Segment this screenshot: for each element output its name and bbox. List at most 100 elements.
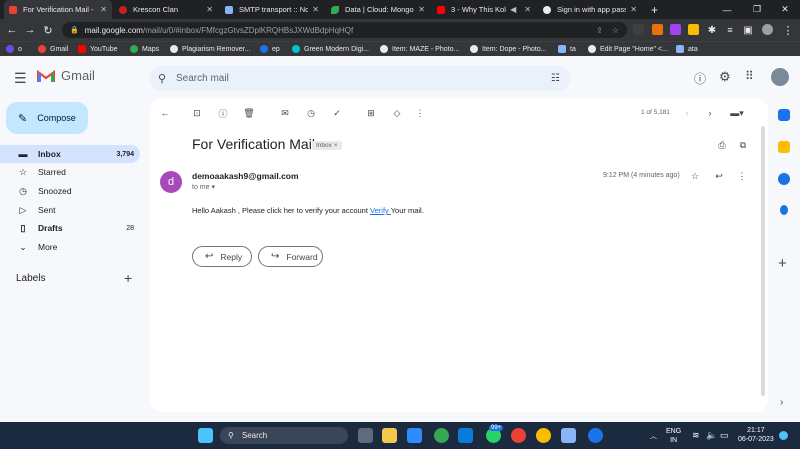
address-bar[interactable]: 🔒 mail.google.com/mail/u/0/#inbox/FMfcgz… (62, 22, 627, 38)
sender-email[interactable]: demoaakash9@gmail.com (192, 171, 299, 181)
report-spam-icon[interactable]: ⓘ (216, 106, 230, 120)
battery-icon[interactable]: ▭ (720, 430, 729, 441)
back-to-inbox-icon[interactable]: ← (158, 106, 172, 120)
profile-avatar[interactable] (762, 24, 773, 35)
snooze-icon[interactable]: ◷ (304, 106, 318, 120)
back-icon[interactable]: ← (4, 19, 20, 41)
tray-chevron-up-icon[interactable]: ︿ (650, 431, 657, 441)
account-avatar[interactable] (771, 68, 789, 86)
tab-for-verification-mail[interactable]: For Verification Mail - ✕ (4, 0, 112, 19)
sidebar-item-more[interactable]: ⌄ More (0, 238, 140, 256)
newer-chevron-icon[interactable]: ‹ (680, 106, 694, 120)
tab-krescon-clan[interactable]: Krescon Clan ✕ (114, 0, 218, 19)
tab-mongodb[interactable]: Data | Cloud: MongoD ✕ (326, 0, 430, 19)
tab-sign-in-app-password[interactable]: Sign in with app pass ✕ (538, 0, 642, 19)
input-tools-icon[interactable]: ▬▾ (726, 106, 748, 120)
add-label-icon[interactable]: + (124, 270, 132, 286)
bookmark-item[interactable]: Green Modern Digi... (292, 42, 369, 56)
keep-icon[interactable] (778, 141, 790, 153)
extension-icon[interactable] (652, 24, 663, 35)
compose-button[interactable]: ✎ Compose (6, 102, 88, 134)
search-bar[interactable]: ⚲ Search mail ☷ (150, 66, 570, 91)
extension-icon[interactable] (633, 24, 644, 35)
file-explorer-icon[interactable] (382, 428, 397, 443)
browser-icon[interactable] (588, 428, 603, 443)
restore-icon[interactable]: ❐ (742, 0, 772, 19)
forward-button[interactable]: ↪ Forward (258, 246, 323, 267)
notepad-icon[interactable] (561, 428, 576, 443)
windows-start-icon[interactable] (198, 428, 213, 443)
audio-playing-icon[interactable]: ◀ (510, 5, 516, 14)
taskbar-search[interactable]: ⚲ Search (220, 427, 348, 444)
bookmark-item[interactable]: Gmail (38, 42, 68, 56)
search-options-icon[interactable]: ☷ (551, 73, 560, 84)
settings-gear-icon[interactable]: ⚙ (719, 69, 731, 85)
older-chevron-icon[interactable]: › (703, 106, 717, 120)
reload-icon[interactable]: ↻ (40, 19, 56, 41)
extension-icon[interactable] (670, 24, 681, 35)
vscode-icon[interactable] (458, 428, 473, 443)
bookmark-star-icon[interactable]: ☆ (612, 26, 619, 35)
calendar-icon[interactable] (778, 109, 790, 121)
chrome-profile-icon[interactable] (511, 428, 526, 443)
recipient-details[interactable]: to me ▾ (192, 183, 215, 191)
verify-link[interactable]: Verify (370, 206, 391, 215)
language-indicator[interactable]: ENG IN (666, 427, 681, 445)
close-tab-icon[interactable]: ✕ (100, 5, 107, 14)
store-icon[interactable] (407, 428, 422, 443)
archive-icon[interactable]: ⊡ (190, 106, 204, 120)
bookmark-item[interactable]: ta (558, 42, 576, 56)
bookmark-item[interactable]: ata (676, 42, 698, 56)
more-options-icon[interactable]: ⋮ (413, 106, 427, 120)
media-control-icon[interactable]: ≡ (722, 19, 738, 41)
puzzle-extensions-icon[interactable]: ✱ (704, 19, 720, 41)
close-window-icon[interactable]: ✕ (770, 0, 800, 19)
clock[interactable]: 21:17 06-07-2023 (738, 426, 774, 444)
extension-icon[interactable] (688, 24, 699, 35)
browser-menu-icon[interactable]: ⋮ (780, 19, 796, 41)
sidebar-item-inbox[interactable]: ▬ Inbox 3,794 (0, 145, 140, 163)
forward-icon[interactable]: → (22, 19, 38, 41)
bookmark-item[interactable]: YouTube (78, 42, 118, 56)
wifi-icon[interactable]: ≋ (692, 430, 700, 441)
reply-icon[interactable]: ↩ (712, 169, 726, 183)
mark-unread-icon[interactable]: ✉ (278, 106, 292, 120)
volume-icon[interactable]: 🔈 (706, 430, 717, 441)
task-view-icon[interactable] (358, 428, 373, 443)
open-in-new-window-icon[interactable]: ⧉ (736, 138, 750, 152)
apps-grid-icon[interactable]: ⠿ (745, 69, 754, 83)
bookmark-item[interactable]: Item: Dope - Photo... (470, 42, 547, 56)
bookmark-item[interactable]: ep (260, 42, 280, 56)
help-icon[interactable]: ⓘ (694, 70, 706, 87)
tasks-icon[interactable] (778, 173, 790, 185)
message-more-icon[interactable]: ⋮ (735, 169, 749, 183)
bookmark-item[interactable]: Plagiarism Remover... (170, 42, 250, 56)
scrollbar[interactable] (761, 126, 765, 396)
sidebar-item-sent[interactable]: ▷ Sent (0, 201, 140, 219)
main-menu-icon[interactable]: ☰ (14, 70, 27, 87)
tab-smtp-transport[interactable]: SMTP transport :: Nod ✕ (220, 0, 324, 19)
label-icon[interactable]: ◇ (390, 106, 404, 120)
expand-panel-icon[interactable]: › (780, 397, 783, 408)
close-tab-icon[interactable]: ✕ (524, 5, 531, 14)
share-icon[interactable]: ⇪ (596, 26, 603, 35)
bookmark-item[interactable]: Edit Page "Home" <... (588, 42, 668, 56)
new-tab-button[interactable]: + (646, 0, 664, 19)
sidebar-item-starred[interactable]: ☆ Starred (0, 163, 140, 181)
search-input[interactable]: Search mail (176, 73, 229, 84)
minimize-icon[interactable]: — (712, 0, 742, 19)
gmail-logo[interactable]: Gmail (37, 68, 95, 83)
sender-avatar[interactable]: d (160, 171, 182, 193)
bookmark-item[interactable]: Maps (130, 42, 159, 56)
contacts-icon[interactable] (780, 205, 788, 215)
reply-button[interactable]: ↩ Reply (192, 246, 252, 267)
bookmark-item[interactable]: Item: MAZE - Photo... (380, 42, 459, 56)
tab-youtube-video[interactable]: 3 - Why This Kola ◀ ✕ (432, 0, 536, 19)
star-message-icon[interactable]: ☆ (688, 169, 702, 183)
close-tab-icon[interactable]: ✕ (630, 5, 637, 14)
side-panel-icon[interactable]: ▣ (740, 19, 756, 41)
bookmark-item[interactable]: o (6, 42, 22, 56)
chrome-icon[interactable] (434, 428, 449, 443)
move-to-icon[interactable]: ⊞ (364, 106, 378, 120)
sidebar-item-drafts[interactable]: ▯ Drafts 28 (0, 219, 140, 237)
